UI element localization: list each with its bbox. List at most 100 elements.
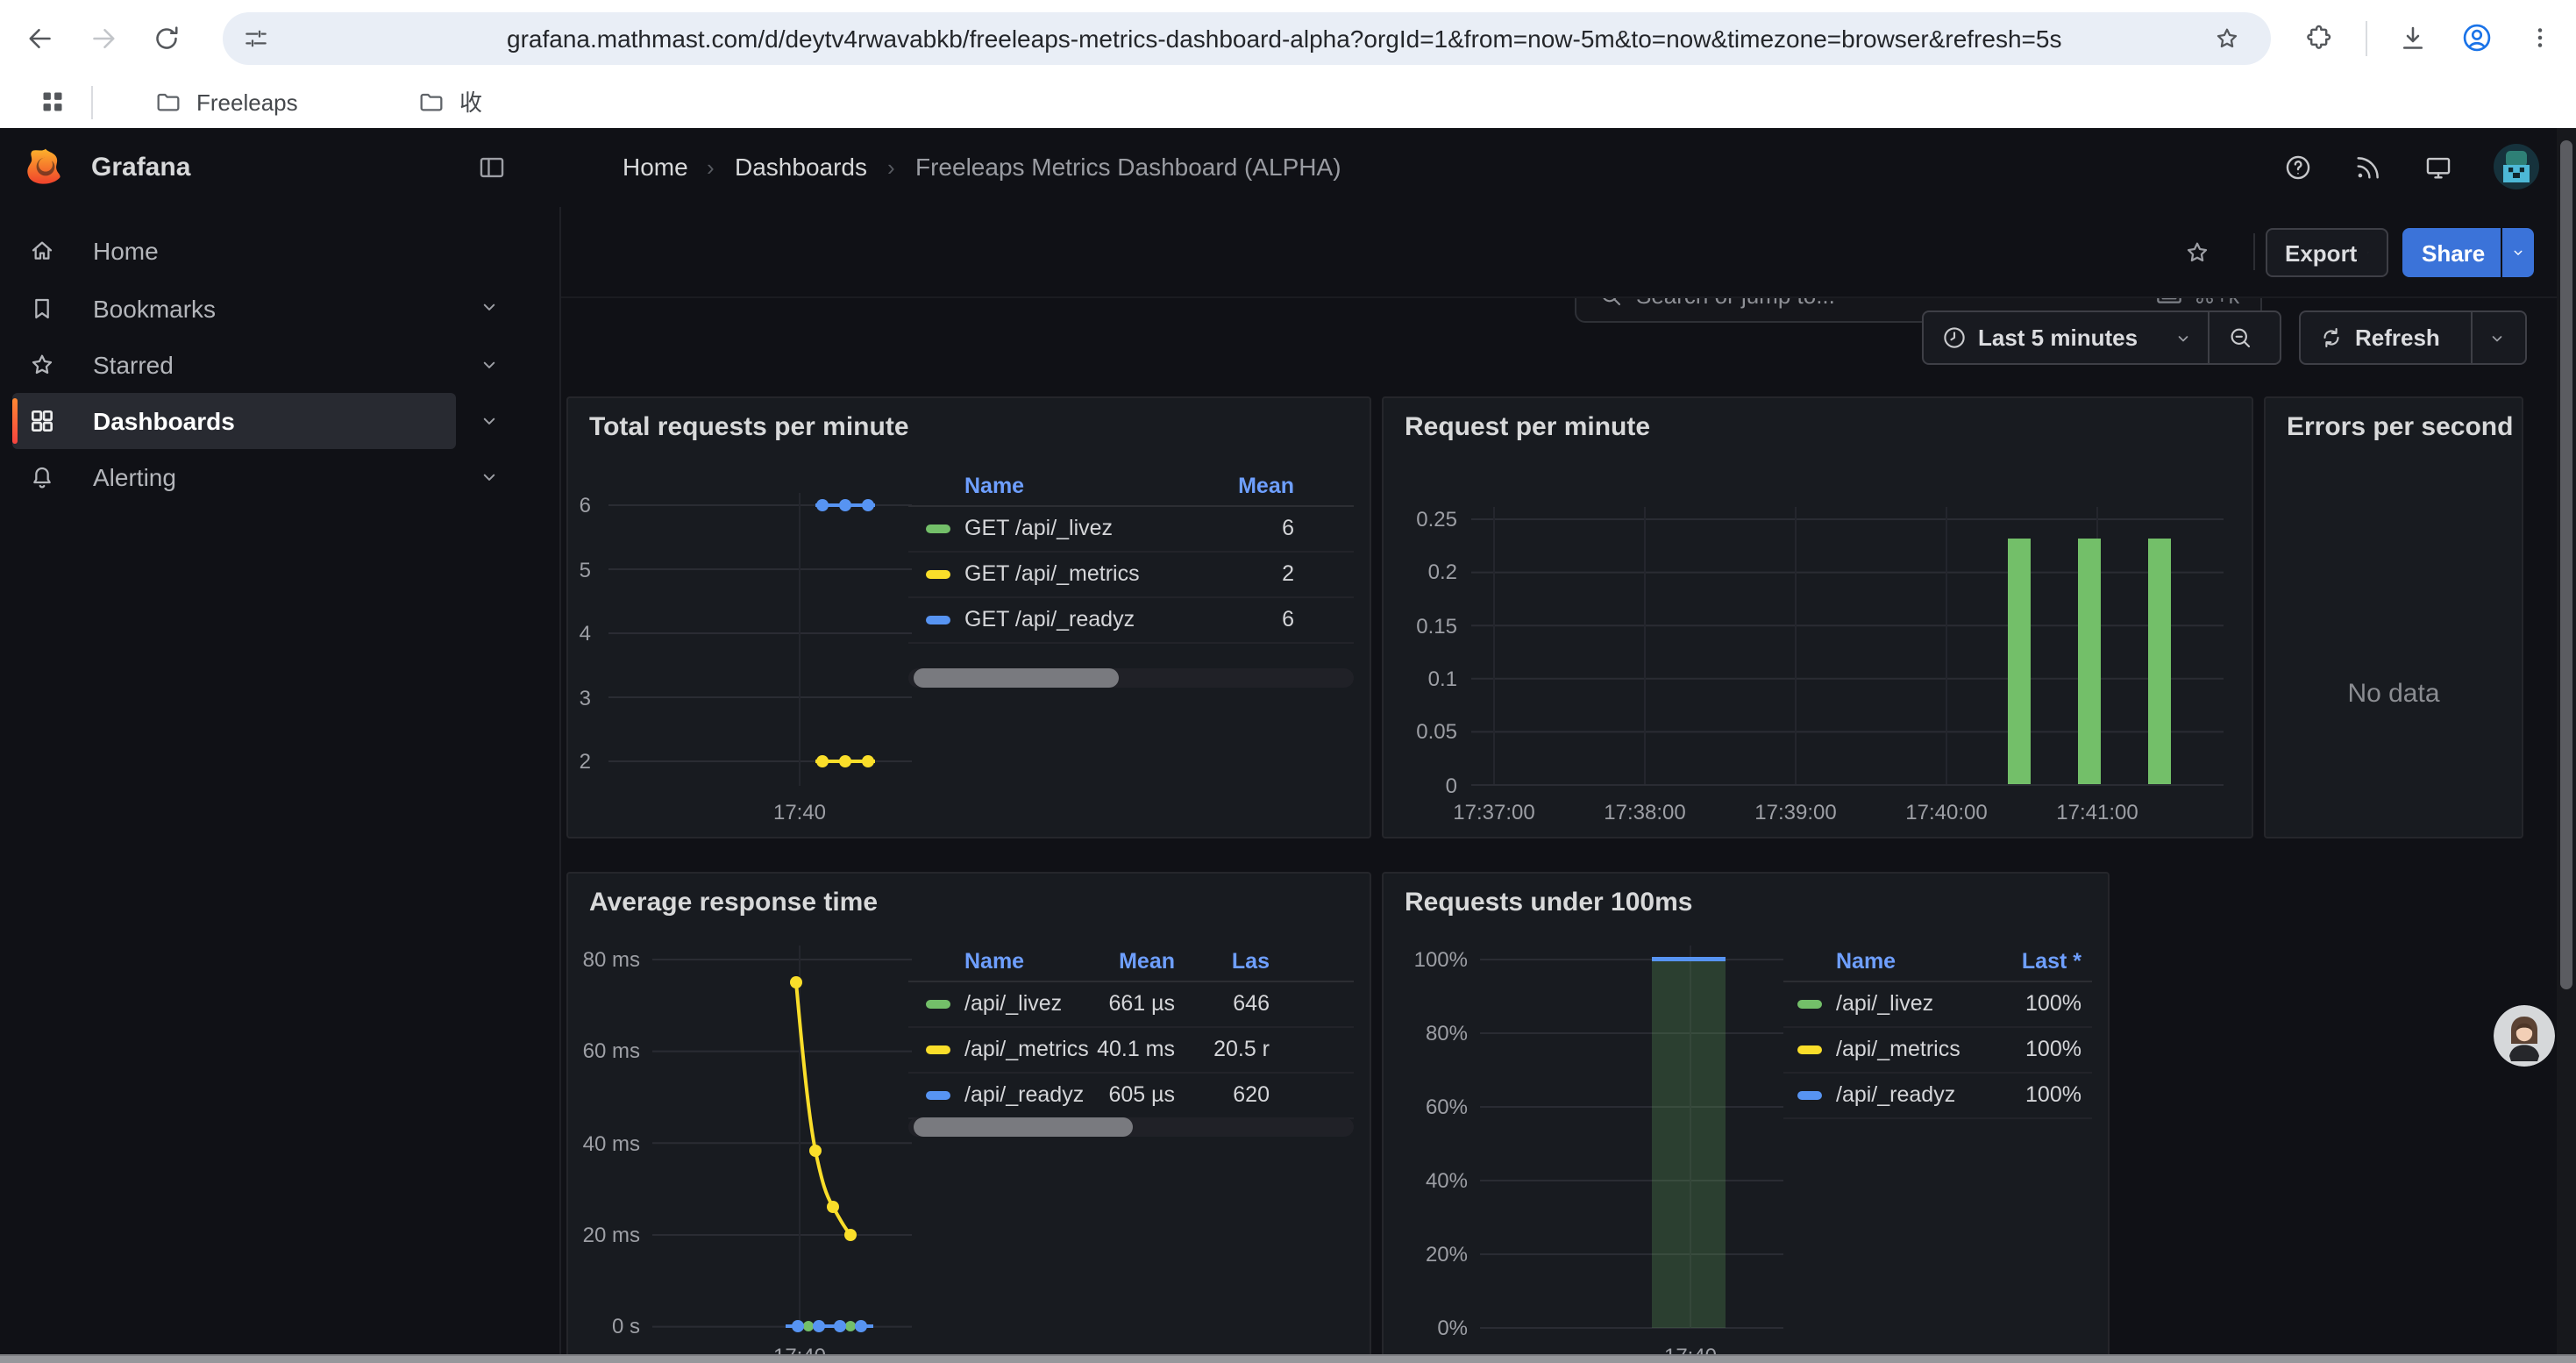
- no-data-message: No data: [2266, 679, 2522, 709]
- sidebar-item-starred[interactable]: Starred: [12, 337, 456, 393]
- forward-icon[interactable]: [88, 23, 119, 54]
- refresh-controls: Refresh: [2299, 310, 2527, 365]
- x-tick: 17:40: [747, 800, 852, 824]
- kiosk-monitor-icon[interactable]: [2423, 153, 2453, 182]
- series-swatch: [926, 1000, 950, 1009]
- y-tick: 4: [568, 621, 591, 646]
- downloads-icon[interactable]: [2397, 23, 2429, 54]
- bookmark-star-icon[interactable]: [2213, 25, 2241, 53]
- legend-row[interactable]: /api/_livez 661 µs 646: [908, 982, 1354, 1028]
- zoom-out-icon[interactable]: [2227, 325, 2253, 351]
- profile-icon[interactable]: [2460, 21, 2494, 54]
- legend-row[interactable]: GET /api/_metrics 2: [908, 553, 1354, 598]
- x-tick: 17:38:00: [1583, 800, 1706, 824]
- series-last: 100%: [2025, 1028, 2081, 1072]
- series-mean: 6: [1282, 507, 1294, 551]
- sidebar-item-bookmarks[interactable]: Bookmarks: [12, 281, 456, 337]
- chevron-down-icon[interactable]: [477, 465, 502, 489]
- legend-header: Name Mean: [908, 468, 1354, 507]
- horizontal-scrollbar[interactable]: [0, 1354, 2576, 1363]
- y-tick: 0.25: [1384, 507, 1457, 532]
- back-icon[interactable]: [25, 23, 56, 54]
- legend-row[interactable]: /api/_readyz 100%: [1783, 1074, 2092, 1119]
- time-divider: [2208, 312, 2210, 363]
- star-icon: [28, 351, 56, 379]
- dashboards-icon: [28, 407, 56, 435]
- series-name: GET /api/_livez: [964, 507, 1113, 551]
- series-mean: 2: [1282, 553, 1294, 596]
- legend-col-last[interactable]: Last *: [2022, 944, 2081, 981]
- bar-chart: [1384, 398, 2253, 838]
- sidebar-item-label: Dashboards: [93, 393, 235, 449]
- legend-col-mean[interactable]: Mean: [1119, 944, 1175, 981]
- breadcrumb-current: Freeleaps Metrics Dashboard (ALPHA): [915, 128, 1341, 207]
- assistant-avatar[interactable]: [2494, 1005, 2555, 1067]
- sidebar-item-dashboards[interactable]: Dashboards: [12, 393, 456, 449]
- legend-row[interactable]: /api/_readyz 605 µs 620: [908, 1074, 1354, 1119]
- legend-scrollbar-thumb[interactable]: [914, 1117, 1133, 1137]
- chevron-down-icon[interactable]: [2487, 328, 2508, 349]
- legend-scrollbar[interactable]: [908, 668, 1354, 688]
- y-tick: 0: [1384, 773, 1457, 797]
- user-avatar[interactable]: [2494, 144, 2539, 189]
- series-swatch: [1797, 1000, 1822, 1009]
- series-last: 20.5 r: [1213, 1028, 1270, 1072]
- legend-row[interactable]: /api/_livez 100%: [1783, 982, 2092, 1028]
- breadcrumb-home[interactable]: Home: [623, 128, 688, 207]
- series-name: /api/_metrics: [964, 1028, 1089, 1072]
- x-tick: 17:37:00: [1433, 800, 1555, 824]
- series-last: 620: [1233, 1074, 1270, 1117]
- time-range-picker[interactable]: Last 5 minutes: [1924, 312, 2208, 363]
- y-tick: 2: [568, 749, 591, 774]
- sidebar-item-label: Alerting: [93, 449, 176, 505]
- share-button[interactable]: Share: [2402, 228, 2501, 277]
- sidebar-item-alerting[interactable]: Alerting: [12, 449, 456, 505]
- breadcrumb-dashboards[interactable]: Dashboards: [735, 128, 867, 207]
- sidebar-toggle-icon[interactable]: [477, 153, 507, 182]
- help-icon[interactable]: [2283, 153, 2313, 182]
- grafana-logo[interactable]: [25, 146, 67, 188]
- legend-row[interactable]: /api/_metrics 100%: [1783, 1028, 2092, 1074]
- brand-name: Grafana: [91, 128, 190, 207]
- legend-table: Name Mean Las /api/_livez 661 µs 646 /ap…: [908, 944, 1354, 1119]
- news-rss-icon[interactable]: [2353, 153, 2383, 182]
- legend-col-name[interactable]: Name: [1836, 944, 1896, 981]
- apps-grid-icon[interactable]: [37, 86, 68, 118]
- legend-row[interactable]: GET /api/_livez 6: [908, 507, 1354, 553]
- sidebar-item-home[interactable]: Home: [12, 223, 456, 279]
- extensions-icon[interactable]: [2304, 23, 2334, 53]
- screen: grafana.mathmast.com/d/deytv4rwavabkb/fr…: [0, 0, 2576, 1363]
- legend-col-mean[interactable]: Mean: [1238, 468, 1294, 505]
- sidebar: Home Bookmarks Starred Dashboards Alerti…: [0, 207, 561, 1363]
- legend-col-last[interactable]: Las: [1232, 944, 1270, 981]
- legend-row[interactable]: /api/_metrics 40.1 ms 20.5 r: [908, 1028, 1354, 1074]
- panel-title[interactable]: Errors per second: [2287, 412, 2513, 442]
- legend-col-name[interactable]: Name: [964, 468, 1024, 505]
- favorite-star-icon[interactable]: [2183, 239, 2211, 267]
- chevron-down-icon[interactable]: [477, 409, 502, 433]
- chevron-down-icon[interactable]: [477, 295, 502, 319]
- home-icon: [28, 237, 56, 265]
- y-tick: 0%: [1384, 1316, 1468, 1340]
- vertical-scrollbar-thumb[interactable]: [2560, 140, 2572, 989]
- url-text[interactable]: grafana.mathmast.com/d/deytv4rwavabkb/fr…: [507, 12, 2061, 65]
- panel-total-requests-per-minute: Total requests per minute 6 5 4 3 2 17:4…: [566, 396, 1371, 838]
- browser-menu-icon[interactable]: [2525, 23, 2555, 53]
- reload-icon[interactable]: [151, 23, 182, 54]
- share-menu-button[interactable]: [2502, 228, 2534, 277]
- export-button[interactable]: Export: [2266, 228, 2388, 277]
- series-name: GET /api/_metrics: [964, 553, 1140, 596]
- legend-scrollbar[interactable]: [908, 1117, 1354, 1137]
- bookmark-label: Freeleaps: [196, 77, 298, 128]
- legend-scrollbar-thumb[interactable]: [914, 668, 1119, 688]
- chevron-down-icon[interactable]: [477, 353, 502, 377]
- chevron-down-icon: [2509, 242, 2527, 263]
- actions-divider: [2253, 233, 2255, 270]
- legend-col-name[interactable]: Name: [964, 944, 1024, 981]
- site-settings-icon[interactable]: [242, 25, 270, 53]
- refresh-button[interactable]: Refresh: [2301, 312, 2471, 363]
- url-bar[interactable]: grafana.mathmast.com/d/deytv4rwavabkb/fr…: [223, 12, 2271, 65]
- legend-table: Name Mean GET /api/_livez 6 GET /api/_me…: [908, 468, 1354, 644]
- series-swatch: [1797, 1091, 1822, 1100]
- legend-row[interactable]: GET /api/_readyz 6: [908, 598, 1354, 644]
